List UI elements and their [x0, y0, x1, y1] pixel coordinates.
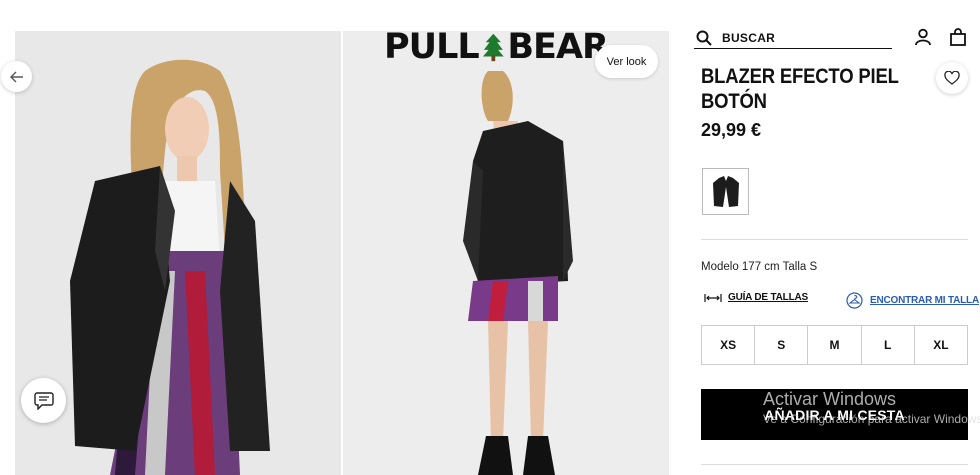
- ver-look-button[interactable]: Ver look: [595, 45, 658, 78]
- product-photo-back[interactable]: [343, 31, 669, 475]
- find-my-size-link[interactable]: ENCONTRAR MI TALLA: [846, 292, 979, 309]
- tree-logo-icon: [482, 33, 504, 62]
- color-swatch-black[interactable]: [702, 168, 749, 215]
- find-size-label: ENCONTRAR MI TALLA: [870, 295, 979, 306]
- model-back-image: [343, 31, 669, 475]
- add-to-cart-button[interactable]: AÑADIR A MI CESTA: [701, 389, 968, 440]
- logo-text-right: BEAR: [507, 27, 609, 67]
- search-icon[interactable]: [696, 30, 712, 46]
- section-divider: [701, 239, 968, 240]
- logo-text-left: PULL: [384, 27, 480, 67]
- search-input[interactable]: [722, 31, 872, 45]
- blazer-thumbnail: [712, 175, 739, 207]
- size-guide-link[interactable]: GUÍA DE TALLAS: [704, 292, 808, 303]
- product-price: 29,99 €: [701, 120, 762, 140]
- size-option-m[interactable]: M: [808, 326, 862, 364]
- model-info: Modelo 177 cm Talla S: [701, 261, 818, 273]
- section-divider-bottom: [701, 464, 968, 465]
- search-bar[interactable]: [694, 28, 892, 49]
- hanger-icon: [846, 292, 863, 309]
- size-option-l[interactable]: L: [862, 326, 915, 364]
- brand-logo[interactable]: PULL BEAR: [384, 27, 609, 67]
- size-option-xs[interactable]: XS: [702, 326, 756, 364]
- user-icon[interactable]: [914, 28, 932, 46]
- top-header: [0, 0, 980, 31]
- arrow-left-icon[interactable]: [1, 61, 32, 92]
- wishlist-heart-icon[interactable]: [936, 62, 968, 94]
- ruler-arrows-icon: [704, 293, 722, 302]
- product-title: BLAZER EFECTO PIEL BOTÓN: [701, 65, 899, 113]
- size-option-s[interactable]: S: [755, 326, 809, 364]
- chat-icon[interactable]: [21, 378, 66, 423]
- shopping-bag-icon[interactable]: [949, 28, 967, 46]
- size-guide-label: GUÍA DE TALLAS: [728, 292, 808, 303]
- size-selector: XS S M L XL: [701, 325, 968, 365]
- size-option-xl[interactable]: XL: [915, 326, 967, 364]
